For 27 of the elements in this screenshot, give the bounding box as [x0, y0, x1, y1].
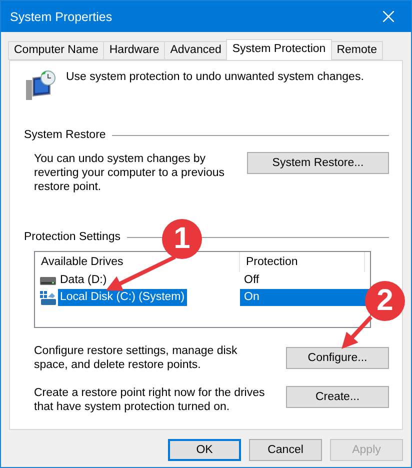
- protection-status: On: [240, 289, 370, 306]
- system-drive-icon: [40, 290, 56, 304]
- drive-icon: [40, 276, 56, 284]
- tab[interactable]: Remote: [330, 41, 383, 60]
- group-heading: Protection Settings: [24, 230, 121, 244]
- drive-name[interactable]: Data (D:): [58, 272, 109, 289]
- configure-button[interactable]: Configure...: [286, 347, 389, 369]
- group-heading: System Restore: [24, 128, 106, 142]
- intro-text: Use system protection to undo unwanted system changes.: [66, 70, 364, 84]
- column-header[interactable]: Protection: [240, 252, 365, 272]
- window-title: System Properties: [10, 10, 112, 24]
- close-icon: [382, 11, 394, 22]
- tab[interactable]: Advanced: [164, 41, 228, 60]
- dialog-button[interactable]: Cancel: [249, 439, 322, 461]
- computer-clock-icon: [24, 70, 56, 102]
- create-button[interactable]: Create...: [286, 386, 389, 408]
- callout-arrow: [342, 316, 372, 349]
- dialog-button[interactable]: OK: [168, 439, 241, 461]
- system-restore-button[interactable]: System Restore...: [246, 152, 389, 174]
- tab[interactable]: System Protection: [226, 39, 332, 60]
- tab[interactable]: Hardware: [103, 41, 166, 60]
- drive-name[interactable]: Local Disk (C:) (System): [58, 289, 187, 306]
- protection-status: Off: [243, 273, 260, 288]
- description-text: Configure restore settings, manage disk space, and delete restore points.: [34, 344, 238, 372]
- tab[interactable]: Computer Name: [8, 41, 104, 60]
- description-text: Create a restore point right now for the drives that have system protection turned on.: [34, 386, 266, 414]
- description-text: You can undo system changes by reverting your computer to a previous restore point.: [34, 152, 226, 194]
